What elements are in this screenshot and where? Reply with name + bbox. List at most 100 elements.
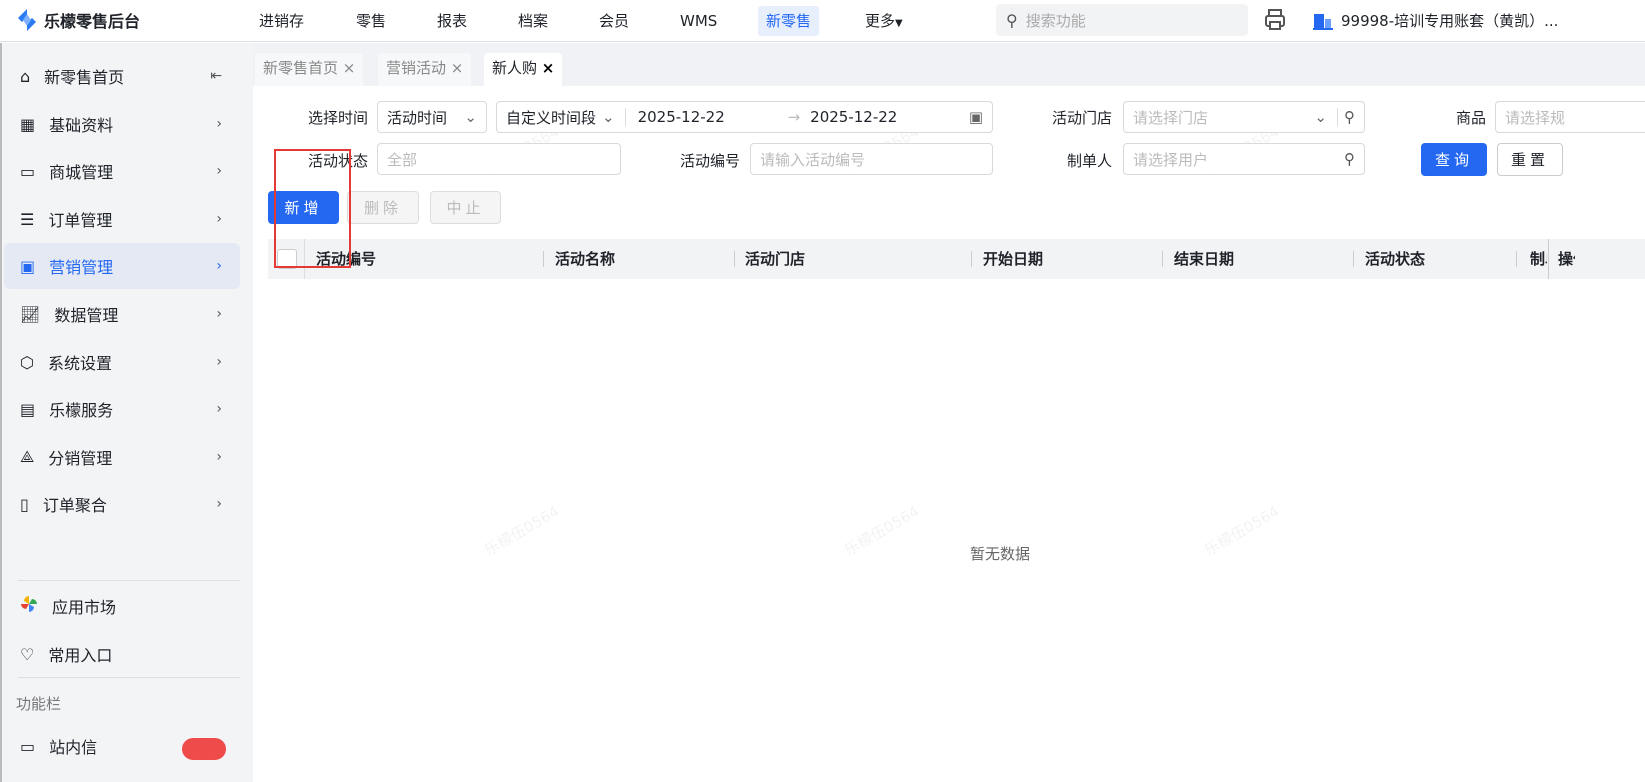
home-icon: ⌂ [20, 66, 31, 86]
search-icon[interactable]: ⚲ [1344, 150, 1355, 168]
logo-icon [18, 9, 36, 31]
chevron-right-icon: › [216, 306, 222, 322]
nav-retail[interactable]: 零售 [356, 0, 386, 42]
sidebar-item-label: 站内信 [49, 738, 98, 757]
start-date[interactable]: 2025-12-22 [638, 108, 788, 126]
nav-archive[interactable]: 档案 [518, 0, 548, 42]
sidebar-item-settings[interactable]: ⬡ 系统设置 › [4, 339, 240, 385]
account-name: 99998-培训专用账套（黄凯）... [1341, 12, 1559, 30]
watermark: 乐檬伍0564 [841, 502, 923, 560]
column-header-end: 结束日期 [1174, 250, 1235, 268]
sidebar-item-mall[interactable]: ▭ 商城管理 › [4, 148, 240, 194]
range-type-value[interactable]: 自定义时间段 [506, 107, 596, 128]
search-icon[interactable]: ⚲ [1337, 108, 1355, 126]
reset-button[interactable]: 重置 [1497, 143, 1563, 176]
tab-bar: 新零售首页 × 营销活动 × 新人购 × [253, 43, 1645, 86]
store-select[interactable]: 请选择门店 ⌄ ⚲ [1123, 101, 1365, 133]
printer-icon[interactable] [1264, 8, 1286, 36]
code-placeholder: 请输入活动编号 [760, 150, 866, 169]
maker-select[interactable]: 请选择用户 ⚲ [1123, 143, 1365, 175]
sidebar-item-label: 应用市场 [52, 598, 117, 617]
chart-icon: 📈︎ [20, 304, 41, 324]
order-icon: ☰ [20, 209, 35, 229]
tab-label: 新零售首页 [263, 59, 339, 77]
sidebar-item-distribution[interactable]: ⟁ 分销管理 › [4, 434, 240, 480]
chevron-right-icon: › [216, 449, 222, 465]
sidebar-item-label: 商城管理 [49, 163, 114, 182]
nav-more-label: 更多 [865, 12, 896, 30]
search-icon: ⚲ [1006, 10, 1018, 30]
sidebar-item-data[interactable]: 📈︎ 数据管理 › [4, 291, 240, 337]
chevron-down-icon: ⌄ [602, 108, 615, 126]
tab-marketing[interactable]: 营销活动 × [378, 53, 472, 86]
store-placeholder: 请选择门店 [1133, 108, 1209, 127]
divider [624, 108, 626, 126]
collapse-sidebar-icon[interactable]: ⇤ [210, 68, 222, 84]
sidebar-item-messages[interactable]: ▭ 站内信 [4, 723, 240, 769]
search-input[interactable]: ⚲ 搜索功能 [996, 4, 1248, 36]
document-icon: ▯ [20, 494, 29, 514]
sidebar-item-home[interactable]: ⌂ 新零售首页 ⇤ [4, 53, 240, 99]
empty-state: 暂无数据 [970, 545, 1031, 563]
sidebar-item-marketing[interactable]: ▣ 营销管理 › [4, 243, 240, 289]
code-input[interactable]: 请输入活动编号 [750, 143, 993, 175]
delete-button[interactable]: 删除 [347, 191, 419, 224]
tab-new-user-purchase[interactable]: 新人购 × [484, 53, 563, 86]
message-icon: ▭ [20, 736, 36, 756]
sidebar-item-label: 系统设置 [47, 354, 112, 373]
divider [1548, 239, 1549, 279]
date-range-picker[interactable]: 自定义时间段 ⌄ 2025-12-22 → 2025-12-22 ▣ [496, 101, 993, 133]
nav-reports[interactable]: 报表 [437, 0, 467, 42]
sidebar-item-service[interactable]: ▤ 乐檬服务 › [4, 386, 240, 432]
hexagon-icon: ⬡ [20, 352, 34, 372]
heart-icon: ♡ [20, 644, 35, 664]
status-select[interactable]: 全部 [377, 143, 621, 175]
chevron-right-icon: › [216, 401, 222, 417]
nav-more[interactable]: 更多▼ [865, 0, 903, 42]
column-header-status: 活动状态 [1365, 250, 1426, 268]
logo[interactable]: 乐檬零售后台 [18, 8, 140, 32]
sidebar-item-favorites[interactable]: ♡ 常用入口 [4, 631, 240, 677]
chevron-right-icon: › [216, 496, 222, 512]
maker-label: 制单人 [1066, 152, 1112, 170]
sidebar-item-label: 乐檬服务 [49, 401, 114, 420]
stop-button[interactable]: 中止 [430, 191, 501, 224]
sidebar-item-label: 订单管理 [48, 211, 113, 230]
sidebar-item-label: 营销管理 [49, 258, 114, 277]
column-header-store: 活动门店 [745, 250, 806, 268]
sidebar-item-orders[interactable]: ☰ 订单管理 › [4, 196, 240, 242]
nav-member[interactable]: 会员 [599, 0, 629, 42]
store-icon: ▭ [20, 161, 36, 181]
nav-wms[interactable]: WMS [680, 0, 717, 42]
account-switcher[interactable]: 99998-培训专用账套（黄凯）... [1313, 10, 1558, 31]
highlight-box [274, 149, 351, 268]
goods-input[interactable]: 请选择规 [1495, 101, 1645, 133]
sidebar-item-label: 常用入口 [48, 646, 113, 665]
briefcase-icon: ▤ [20, 399, 36, 419]
divider [1353, 251, 1354, 267]
sidebar-item-basic[interactable]: ▦ 基础资料 › [4, 101, 240, 147]
nav-new-retail[interactable]: 新零售 [758, 6, 820, 36]
chevron-right-icon: › [216, 354, 222, 370]
time-type-select[interactable]: 活动时间 ⌄ [377, 101, 487, 133]
chevron-down-icon: ⌄ [1314, 108, 1327, 126]
query-button[interactable]: 查询 [1421, 143, 1487, 176]
status-placeholder: 全部 [387, 150, 418, 169]
column-header-actions: 操作 [1558, 250, 1575, 268]
tab-new-retail-home[interactable]: 新零售首页 × [255, 53, 364, 86]
sidebar-item-order-aggregate[interactable]: ▯ 订单聚合 › [4, 481, 240, 527]
end-date[interactable]: 2025-12-22 [810, 108, 969, 126]
nav-jinxiaocun[interactable]: 进销存 [259, 0, 304, 42]
sidebar-item-label: 新零售首页 [44, 68, 125, 87]
sidebar-item-label: 分销管理 [48, 449, 113, 468]
divider [543, 251, 544, 267]
time-label: 选择时间 [307, 109, 368, 127]
divider [18, 580, 240, 581]
close-icon[interactable]: × [542, 59, 555, 77]
calendar-icon[interactable]: ▣ [969, 108, 983, 126]
tab-label: 新人购 [492, 59, 538, 77]
close-icon[interactable]: × [343, 59, 356, 77]
sidebar-item-app-market[interactable]: 应用市场 [4, 583, 240, 629]
close-icon[interactable]: × [451, 59, 464, 77]
share-icon: ⟁ [20, 447, 35, 466]
